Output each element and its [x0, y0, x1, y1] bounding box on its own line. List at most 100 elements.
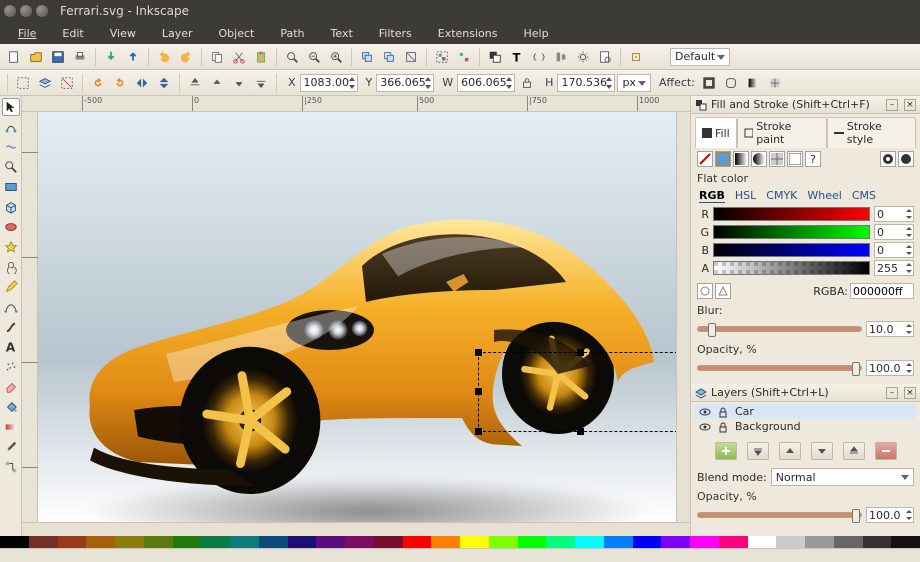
print-icon[interactable] [70, 47, 90, 67]
open-icon[interactable] [26, 47, 46, 67]
dropper-tool-icon[interactable] [2, 438, 20, 456]
duplicate-icon[interactable] [357, 47, 377, 67]
fill-opacity-slider[interactable] [697, 365, 862, 371]
flip-h-icon[interactable] [132, 73, 152, 93]
layer-row[interactable]: Background [695, 419, 916, 434]
panel-close-icon[interactable]: × [904, 99, 916, 111]
select-layers-icon[interactable] [35, 73, 55, 93]
color-managed-icon[interactable] [697, 283, 713, 299]
unit-combo[interactable]: px [617, 74, 651, 92]
palette-swatch[interactable] [345, 536, 374, 548]
palette-swatch[interactable] [719, 536, 748, 548]
palette-swatch[interactable] [863, 536, 892, 548]
layer-delete-button[interactable] [875, 442, 897, 460]
colortab-hsl[interactable]: HSL [735, 189, 756, 203]
calligraphy-tool-icon[interactable] [2, 318, 20, 336]
zoom-tool-icon[interactable] [2, 158, 20, 176]
export-icon[interactable] [123, 47, 143, 67]
paint-swatch-icon[interactable] [787, 151, 803, 167]
canvas-vscroll[interactable] [676, 112, 690, 522]
palette-swatch[interactable] [604, 536, 633, 548]
palette-swatch[interactable] [173, 536, 202, 548]
selector-tool-icon[interactable] [2, 98, 20, 116]
palette-swatch[interactable] [431, 536, 460, 548]
colortab-cms[interactable]: CMS [852, 189, 876, 203]
r-value[interactable]: 0 [874, 206, 914, 222]
raise-icon[interactable] [207, 73, 227, 93]
palette-swatch[interactable] [776, 536, 805, 548]
menu-filters[interactable]: Filters [367, 25, 424, 42]
layer-opacity-slider[interactable] [697, 512, 862, 518]
fill-opacity-value[interactable]: 100.0 [866, 360, 914, 376]
snap-preset-combo[interactable]: Default [670, 48, 730, 66]
menu-path[interactable]: Path [268, 25, 316, 42]
undo-icon[interactable] [154, 47, 174, 67]
panel-minimize-icon[interactable]: – [886, 99, 898, 111]
rect-tool-icon[interactable] [2, 178, 20, 196]
g-value[interactable]: 0 [874, 224, 914, 240]
ellipse-tool-icon[interactable] [2, 218, 20, 236]
fill-rule-nonzero-icon[interactable] [898, 151, 914, 167]
menu-text[interactable]: Text [319, 25, 365, 42]
out-of-gamut-icon[interactable] [715, 283, 731, 299]
palette-swatch[interactable] [144, 536, 173, 548]
lock-wh-icon[interactable] [517, 73, 537, 93]
palette-swatch[interactable] [834, 536, 863, 548]
lock-icon[interactable] [717, 421, 729, 433]
palette-swatch[interactable] [316, 536, 345, 548]
select-all-icon[interactable] [13, 73, 33, 93]
canvas[interactable] [38, 112, 676, 522]
y-input[interactable]: 366.065 [376, 74, 434, 92]
panel-minimize-icon[interactable]: – [886, 387, 898, 399]
visibility-icon[interactable] [699, 421, 711, 433]
paint-unknown-icon[interactable]: ? [805, 151, 821, 167]
layer-raise-button[interactable] [779, 442, 801, 460]
colortab-rgb[interactable]: RGB [699, 189, 725, 203]
tweak-tool-icon[interactable] [2, 138, 20, 156]
palette-swatch[interactable] [575, 536, 604, 548]
connector-tool-icon[interactable] [2, 458, 20, 476]
menu-layer[interactable]: Layer [150, 25, 205, 42]
preferences-icon[interactable] [573, 47, 593, 67]
palette-swatch[interactable] [0, 536, 29, 548]
tab-stroke-paint[interactable]: Stroke paint [737, 117, 827, 148]
palette-swatch[interactable] [58, 536, 87, 548]
palette-swatch[interactable] [690, 536, 719, 548]
visibility-icon[interactable] [699, 406, 711, 418]
snap-icon[interactable] [626, 47, 646, 67]
pencil-tool-icon[interactable] [2, 278, 20, 296]
w-input[interactable]: 606.065 [457, 74, 515, 92]
colortab-wheel[interactable]: Wheel [807, 189, 841, 203]
redo-icon[interactable] [176, 47, 196, 67]
layer-add-button[interactable] [715, 442, 737, 460]
palette-swatch[interactable] [489, 536, 518, 548]
affect-pattern-icon[interactable] [765, 73, 785, 93]
palette-swatch[interactable] [460, 536, 489, 548]
menu-file[interactable]: File [6, 25, 48, 42]
palette-swatch[interactable] [518, 536, 547, 548]
window-max-icon[interactable] [36, 5, 48, 17]
rotate-cw-icon[interactable] [110, 73, 130, 93]
star-tool-icon[interactable] [2, 238, 20, 256]
palette-swatch[interactable] [374, 536, 403, 548]
ungroup-icon[interactable] [454, 47, 474, 67]
node-tool-icon[interactable] [2, 118, 20, 136]
blur-slider[interactable] [697, 326, 862, 332]
colortab-cmyk[interactable]: CMYK [766, 189, 797, 203]
menu-help[interactable]: Help [511, 25, 560, 42]
blend-mode-combo[interactable]: Normal [771, 468, 914, 486]
palette-swatch[interactable] [201, 536, 230, 548]
palette-swatch[interactable] [288, 536, 317, 548]
zoom-fit-icon[interactable] [282, 47, 302, 67]
spray-tool-icon[interactable] [2, 358, 20, 376]
a-slider[interactable] [713, 261, 870, 275]
paint-radial-icon[interactable] [751, 151, 767, 167]
spiral-tool-icon[interactable] [2, 258, 20, 276]
zoom-page-icon[interactable] [326, 47, 346, 67]
layer-lower-bottom-button[interactable] [843, 442, 865, 460]
zoom-drawing-icon[interactable] [304, 47, 324, 67]
menu-view[interactable]: View [98, 25, 148, 42]
save-icon[interactable] [48, 47, 68, 67]
rgba-input[interactable] [850, 283, 914, 299]
clone-icon[interactable] [379, 47, 399, 67]
